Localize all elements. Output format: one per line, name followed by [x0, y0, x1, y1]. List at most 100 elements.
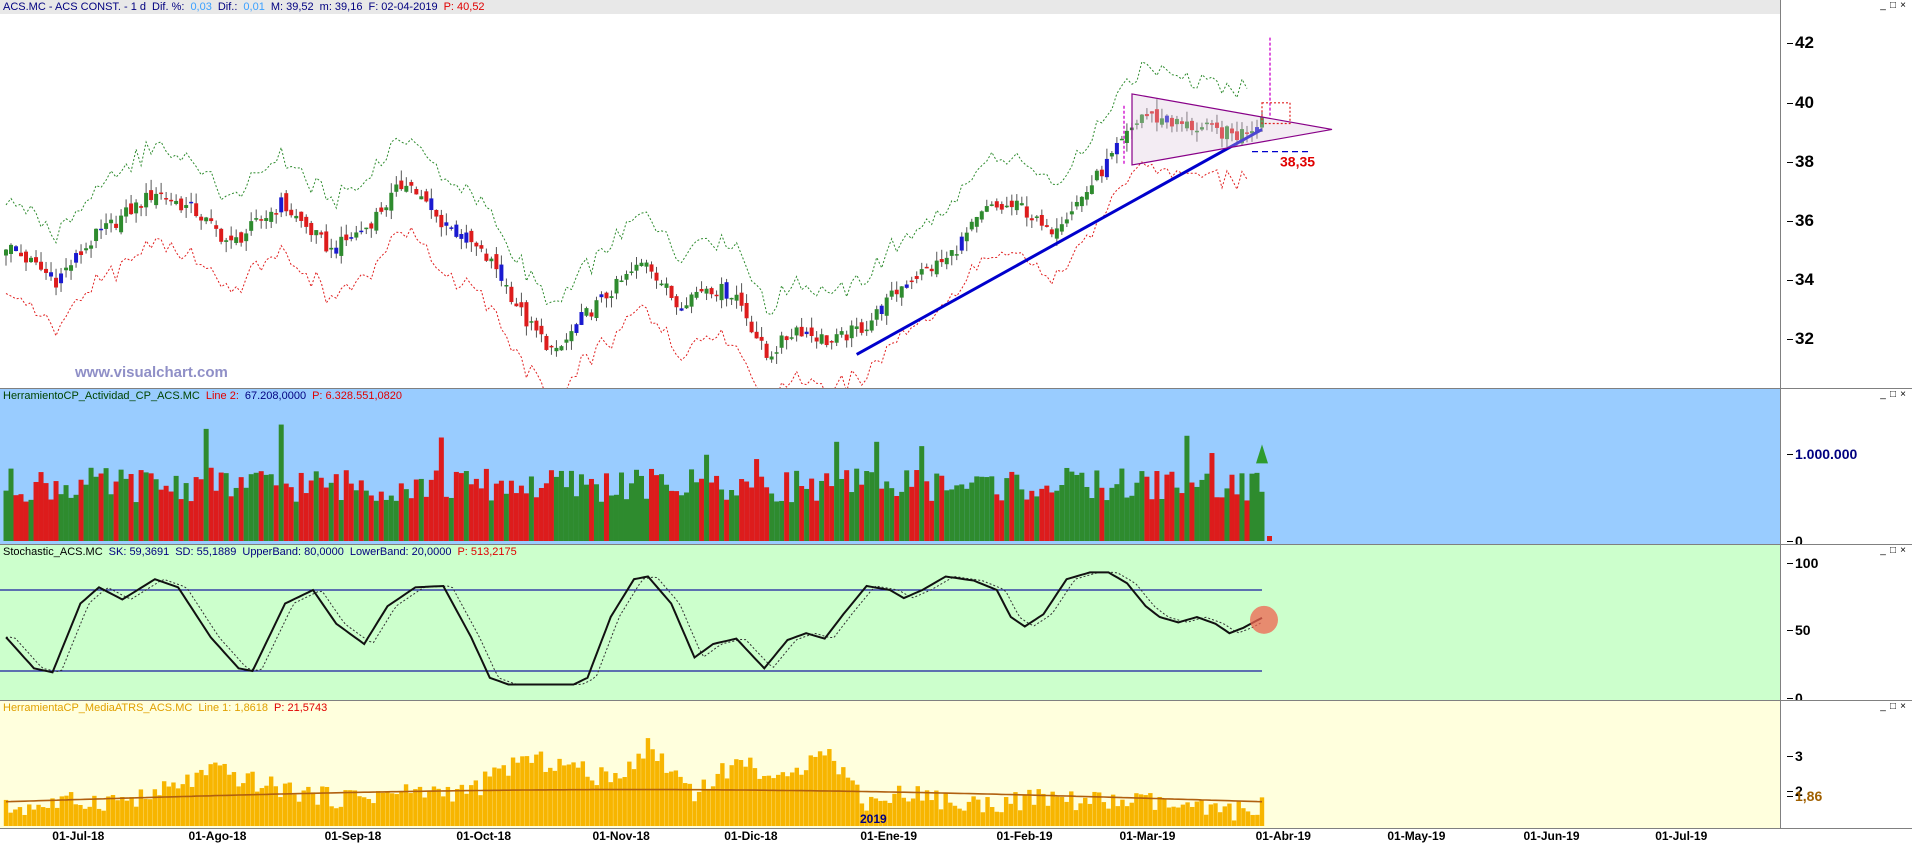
price-header: ACS.MC - ACS CONST. - 1 d Dif. %: 0,03 Dif.…	[0, 0, 1780, 14]
volume-bar	[809, 478, 815, 541]
volume-bar	[714, 475, 720, 541]
candle	[489, 258, 494, 262]
volume-bar	[153, 479, 159, 541]
atr-bar	[641, 758, 646, 826]
atr-bar	[487, 776, 492, 826]
volume-bar	[573, 496, 579, 541]
candle	[264, 218, 269, 221]
candle	[969, 221, 974, 230]
atr-bar	[301, 790, 306, 826]
atr-bar	[631, 769, 637, 826]
volume-bar	[563, 487, 569, 541]
atr-bar	[706, 788, 711, 826]
close-icon[interactable]: ×	[1898, 1, 1908, 11]
volume-bar	[138, 470, 144, 541]
candle	[214, 225, 219, 229]
volume-bar	[338, 500, 344, 541]
maximize-icon[interactable]: □	[1888, 1, 1898, 11]
candle	[364, 227, 369, 230]
stochastic-plot-area[interactable]	[0, 545, 1780, 700]
candle	[649, 264, 654, 272]
volume-bar	[849, 492, 855, 541]
minimize-icon[interactable]: _	[1878, 390, 1888, 400]
price-plot-area[interactable]: 38,35 www.visualchart.com	[0, 0, 1780, 388]
atr-pane: 2019 HerramientaCP_MediaATRS_ACS.MC Line …	[0, 701, 1912, 828]
atr-bar	[41, 807, 46, 826]
x-tick-label: 01-Feb-19	[996, 829, 1053, 843]
candle	[299, 211, 304, 221]
volume-bar	[819, 480, 825, 541]
candle	[209, 218, 214, 222]
atr-plot-area[interactable]: 2019	[0, 701, 1780, 828]
atr-bar	[506, 775, 511, 826]
volume-bar	[1184, 435, 1190, 541]
volume-bar	[1009, 471, 1015, 541]
volume-bar	[468, 484, 474, 541]
candle	[479, 245, 484, 249]
candle	[884, 297, 889, 316]
volume-bar	[1154, 471, 1160, 541]
volume-bar	[308, 480, 314, 541]
atr-bar	[82, 808, 88, 826]
close-icon[interactable]: ×	[1898, 390, 1908, 400]
candle	[504, 285, 509, 287]
volume-bar	[1139, 471, 1145, 541]
candle	[454, 224, 459, 237]
volume-bar	[173, 475, 179, 541]
maximize-icon[interactable]: □	[1888, 546, 1898, 556]
atr-bar	[743, 766, 748, 826]
watermark: www.visualchart.com	[75, 364, 228, 381]
candle	[124, 207, 129, 217]
candle	[569, 331, 574, 342]
atr-bar	[552, 770, 558, 826]
close-icon[interactable]: ×	[1898, 546, 1908, 556]
volume-plot-area[interactable]	[0, 389, 1780, 544]
candle	[894, 289, 899, 295]
atr-bar	[1180, 804, 1186, 826]
atr-bar	[366, 798, 372, 826]
candle	[194, 203, 199, 217]
minimize-icon[interactable]: _	[1878, 702, 1888, 712]
volume-bar	[13, 495, 19, 541]
up-arrow-icon	[1256, 444, 1268, 464]
candle	[449, 227, 454, 229]
year-label: 2019	[860, 812, 887, 826]
candle	[979, 211, 984, 220]
atr-bar	[68, 792, 74, 826]
x-tick-label: 01-Jul-19	[1655, 829, 1708, 843]
candle	[1014, 200, 1019, 211]
minimize-icon[interactable]: _	[1878, 1, 1888, 11]
candle	[424, 191, 429, 202]
volume-bar	[543, 483, 549, 541]
atr-bar	[515, 762, 520, 826]
candle	[529, 321, 534, 323]
volume-bar	[593, 484, 599, 541]
volume-bar	[43, 483, 49, 541]
minimize-icon[interactable]: _	[1878, 546, 1888, 556]
volume-bar	[719, 489, 725, 541]
target-label: 38,35	[1280, 154, 1315, 170]
candle	[149, 190, 154, 201]
atr-bar	[13, 809, 18, 826]
candle	[589, 312, 594, 317]
atr-bar	[148, 799, 153, 826]
volume-bar	[23, 501, 29, 541]
header-field: m: 39,16	[319, 1, 363, 13]
atr-bar	[278, 797, 283, 826]
maximize-icon[interactable]: □	[1888, 702, 1898, 712]
volume-bar	[964, 488, 970, 541]
volume-bar	[63, 485, 69, 541]
volume-bar	[824, 473, 830, 541]
candle	[464, 232, 469, 243]
maximize-icon[interactable]: □	[1888, 390, 1898, 400]
volume-bar	[83, 484, 89, 541]
atr-bar	[343, 790, 348, 826]
close-icon[interactable]: ×	[1898, 702, 1908, 712]
volume-bar	[488, 500, 494, 541]
header-field: Dif.:	[217, 1, 238, 13]
volume-bar	[403, 489, 409, 541]
candle	[889, 290, 894, 297]
candle	[844, 334, 849, 341]
atr-bar	[589, 780, 595, 826]
candle	[354, 232, 359, 238]
